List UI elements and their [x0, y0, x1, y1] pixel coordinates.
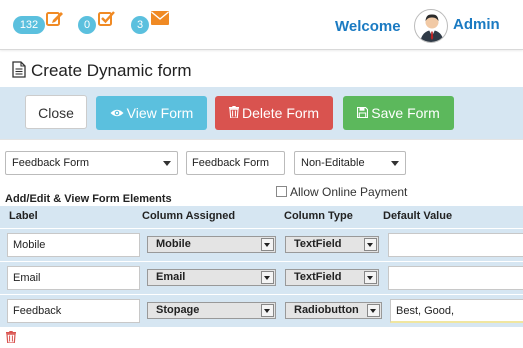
check-square-icon[interactable] [98, 9, 116, 27]
row-column-type-select[interactable]: TextField [285, 269, 379, 286]
dropdown-arrow-icon[interactable] [261, 238, 274, 251]
chevron-down-icon [163, 161, 171, 166]
tasks-count-badge[interactable]: 132 [13, 16, 45, 34]
row-column-assigned-select[interactable]: Mobile [147, 236, 276, 253]
row-default-value: Best, Good, [396, 305, 455, 317]
row-column-type-value: TextField [294, 271, 342, 283]
delete-form-button[interactable]: Delete Form [215, 96, 333, 130]
close-button-label: Close [38, 105, 74, 121]
messages-count-badge[interactable]: 3 [131, 16, 149, 34]
row-column-assigned-value: Mobile [156, 238, 191, 250]
top-navbar: 132 0 3 Welcome Admin [0, 0, 523, 50]
table-row: Mobile Mobile TextField [0, 228, 523, 261]
row-column-assigned-select[interactable]: Stopage [147, 302, 276, 319]
row-column-type-value: TextField [294, 238, 342, 250]
welcome-text: Welcome [335, 18, 401, 35]
delete-row-trash-icon[interactable] [6, 330, 16, 344]
floppy-disk-icon [357, 96, 369, 130]
dropdown-arrow-icon[interactable] [364, 271, 377, 284]
row-column-type-value: Radiobutton [294, 304, 359, 316]
column-header-default-value: Default Value [383, 210, 453, 222]
row-default-value-input[interactable] [388, 266, 523, 290]
save-form-button[interactable]: Save Form [343, 96, 454, 130]
page-title-text: Create Dynamic form [31, 61, 192, 80]
column-header-column-type: Column Type [284, 210, 353, 222]
edit-mode-dropdown[interactable]: Non-Editable [294, 151, 406, 175]
row-default-value-input[interactable] [388, 233, 523, 257]
allow-online-payment-checkbox[interactable] [276, 186, 287, 197]
row-column-type-select[interactable]: TextField [285, 236, 379, 253]
user-avatar[interactable] [414, 9, 448, 43]
row-label-value: Mobile [13, 239, 46, 251]
dropdown-arrow-icon[interactable] [367, 304, 380, 317]
row-label-input[interactable]: Feedback [7, 299, 140, 323]
view-form-button-label: View Form [126, 105, 194, 121]
table-row: Feedback Stopage Radiobutton Best, Good, [0, 294, 523, 327]
row-label-input[interactable]: Email [7, 266, 140, 290]
allow-online-payment-label: Allow Online Payment [290, 185, 408, 199]
row-default-value-input[interactable]: Best, Good, [390, 299, 523, 323]
row-column-type-select[interactable]: Radiobutton [285, 302, 382, 319]
view-form-button[interactable]: View Form [96, 96, 207, 130]
form-select-value: Feedback Form [12, 157, 90, 169]
envelope-icon[interactable] [151, 11, 169, 29]
dropdown-arrow-icon[interactable] [364, 238, 377, 251]
row-label-input[interactable]: Mobile [7, 233, 140, 257]
row-column-assigned-value: Stopage [156, 304, 200, 316]
page-title: Create Dynamic form [12, 61, 192, 83]
form-select-dropdown[interactable]: Feedback Form [5, 151, 178, 175]
close-button[interactable]: Close [25, 95, 87, 129]
elements-table-header: Label Column Assigned Column Type Defaul… [0, 206, 523, 228]
save-form-button-label: Save Form [371, 105, 440, 121]
row-column-assigned-value: Email [156, 271, 186, 283]
column-header-column-assigned: Column Assigned [142, 210, 236, 222]
allow-online-payment[interactable]: Allow Online Payment [276, 185, 407, 199]
section-heading: Add/Edit & View Form Elements [5, 193, 172, 205]
action-toolbar: Close View Form Delete Form Save Form [0, 87, 523, 139]
row-column-assigned-select[interactable]: Email [147, 269, 276, 286]
eye-icon [110, 96, 124, 130]
trash-icon [228, 96, 239, 130]
form-name-value: Feedback Form [192, 157, 270, 169]
dropdown-arrow-icon[interactable] [261, 271, 274, 284]
dropdown-arrow-icon[interactable] [261, 304, 274, 317]
delete-form-button-label: Delete Form [241, 105, 320, 121]
edit-mode-value: Non-Editable [301, 157, 365, 169]
table-row: Email Email TextField [0, 261, 523, 294]
user-name[interactable]: Admin [453, 16, 500, 33]
column-header-label: Label [9, 210, 38, 222]
row-label-value: Email [13, 272, 41, 284]
form-name-input[interactable]: Feedback Form [186, 151, 285, 175]
document-icon [12, 61, 26, 83]
approvals-count-badge[interactable]: 0 [78, 16, 96, 34]
chevron-down-icon [391, 161, 399, 166]
row-label-value: Feedback [13, 305, 62, 317]
edit-icon[interactable] [46, 9, 64, 27]
